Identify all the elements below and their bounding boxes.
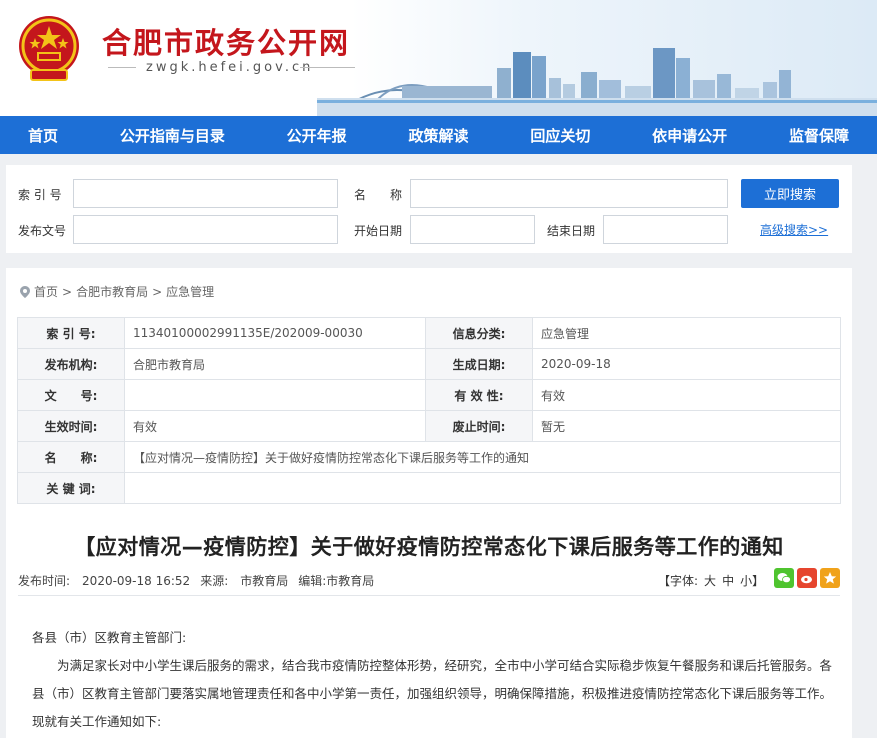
search-button[interactable]: 立即搜索 — [741, 179, 839, 208]
weibo-icon — [801, 575, 812, 584]
location-pin-icon — [20, 285, 30, 298]
font-size-control: 【字体: 大 中 小】 — [658, 572, 764, 589]
breadcrumb-separator: > — [152, 284, 163, 299]
validity-value: 有效 — [532, 379, 841, 411]
font-size-label: 【字体: — [658, 574, 699, 588]
editor: 编辑:市教育局 — [298, 574, 375, 588]
table-row: 索 引 号: 11340100002991135E/202009-00030 信… — [17, 317, 841, 349]
keywords-value — [124, 472, 841, 504]
table-row: 关 键 词: — [17, 472, 841, 504]
name-key: 名 称: — [17, 441, 125, 473]
article-content: 首页 > 合肥市教育局 > 应急管理 索 引 号: 11340100002991… — [6, 268, 852, 738]
breadcrumb: 首页 > 合肥市教育局 > 应急管理 — [20, 283, 214, 300]
city-skyline-image — [317, 48, 877, 116]
index-value: 11340100002991135E/202009-00030 — [124, 317, 426, 349]
start-date-input[interactable] — [410, 215, 535, 244]
search-panel: 索 引 号 名 称 立即搜索 发布文号 开始日期 结束日期 高级搜索>> — [6, 165, 852, 253]
keywords-key: 关 键 词: — [17, 472, 125, 504]
date-key: 生成日期: — [425, 348, 533, 380]
nav-apply-disclosure[interactable]: 依申请公开 — [646, 125, 733, 146]
salutation: 各县（市）区教育主管部门: — [32, 630, 187, 645]
start-date-label: 开始日期 — [354, 224, 403, 238]
site-url: zwgk.hefei.gov.cn — [146, 60, 314, 75]
nav-home[interactable]: 首页 — [22, 125, 64, 146]
effect-value: 有效 — [124, 410, 426, 442]
document-title: 【应对情况—疫情防控】关于做好疫情防控常态化下课后服务等工作的通知 — [74, 535, 784, 559]
expire-value: 暂无 — [532, 410, 841, 442]
category-key: 信息分类: — [425, 317, 533, 349]
validity-key: 有 效 性: — [425, 379, 533, 411]
font-large-option[interactable]: 大 — [704, 572, 716, 589]
favorite-share-icon[interactable] — [820, 568, 840, 588]
name-input[interactable] — [410, 179, 728, 208]
site-title[interactable]: 合肥市政务公开网 — [102, 20, 350, 62]
doc-no-input[interactable] — [73, 215, 338, 244]
end-date-input[interactable] — [603, 215, 728, 244]
org-key: 发布机构: — [17, 348, 125, 380]
main-nav: 首页 公开指南与目录 公开年报 政策解读 回应关切 依申请公开 监督保障 — [0, 116, 877, 154]
publish-time: 发布时间: 2020-09-18 16:52 — [18, 574, 191, 588]
table-row: 名 称: 【应对情况—疫情防控】关于做好疫情防控常态化下课后服务等工作的通知 — [17, 441, 841, 473]
category-value: 应急管理 — [532, 317, 841, 349]
document-body: 各县（市）区教育主管部门: 为满足家长对中小学生课后服务的需求，结合我市疫情防控… — [32, 624, 832, 736]
docno-key: 文 号: — [17, 379, 125, 411]
index-input[interactable] — [73, 179, 338, 208]
nav-annual-report[interactable]: 公开年报 — [281, 125, 353, 146]
effect-key: 生效时间: — [17, 410, 125, 442]
name-label: 名 称 — [354, 188, 403, 202]
breadcrumb-education-bureau[interactable]: 合肥市教育局 — [76, 283, 148, 300]
doc-no-label: 发布文号 — [18, 224, 67, 238]
breadcrumb-home[interactable]: 首页 — [34, 283, 58, 300]
document-info-table: 索 引 号: 11340100002991135E/202009-00030 信… — [17, 317, 841, 504]
weibo-share-icon[interactable] — [797, 568, 817, 588]
expire-key: 废止时间: — [425, 410, 533, 442]
paragraph: 为满足家长对中小学生课后服务的需求，结合我市疫情防控整体形势，经研究，全市中小学… — [32, 658, 833, 729]
table-row: 生效时间: 有效 废止时间: 暂无 — [17, 410, 841, 442]
nav-response-concerns[interactable]: 回应关切 — [524, 125, 596, 146]
wechat-share-icon[interactable] — [774, 568, 794, 588]
url-divider-left — [108, 67, 136, 68]
index-key: 索 引 号: — [17, 317, 125, 349]
index-label: 索 引 号 — [18, 188, 62, 202]
advanced-search-link[interactable]: 高级搜索>> — [760, 221, 828, 238]
font-medium-option[interactable]: 中 — [722, 572, 734, 589]
nav-supervision[interactable]: 监督保障 — [783, 125, 855, 146]
breadcrumb-emergency[interactable]: 应急管理 — [166, 283, 214, 300]
meta-divider — [18, 595, 840, 596]
font-small-option[interactable]: 小】 — [740, 572, 764, 589]
star-icon — [823, 572, 837, 584]
wechat-icon — [777, 573, 791, 584]
nav-policy-interpretation[interactable]: 政策解读 — [402, 125, 474, 146]
national-emblem-icon — [19, 16, 79, 81]
table-row: 发布机构: 合肥市教育局 生成日期: 2020-09-18 — [17, 348, 841, 380]
end-date-label: 结束日期 — [547, 224, 596, 238]
date-value: 2020-09-18 — [532, 348, 841, 380]
site-header: 合肥市政务公开网 zwgk.hefei.gov.cn — [0, 0, 877, 116]
org-value: 合肥市教育局 — [124, 348, 426, 380]
document-meta: 发布时间: 2020-09-18 16:52 来源: 市教育局 编辑:市教育局 — [18, 572, 374, 589]
table-row: 文 号: 有 效 性: 有效 — [17, 379, 841, 411]
breadcrumb-separator: > — [62, 284, 73, 299]
name-value: 【应对情况—疫情防控】关于做好疫情防控常态化下课后服务等工作的通知 — [124, 441, 841, 473]
docno-value — [124, 379, 426, 411]
source: 来源: 市教育局 — [200, 574, 289, 588]
nav-guide-catalog[interactable]: 公开指南与目录 — [114, 125, 231, 146]
